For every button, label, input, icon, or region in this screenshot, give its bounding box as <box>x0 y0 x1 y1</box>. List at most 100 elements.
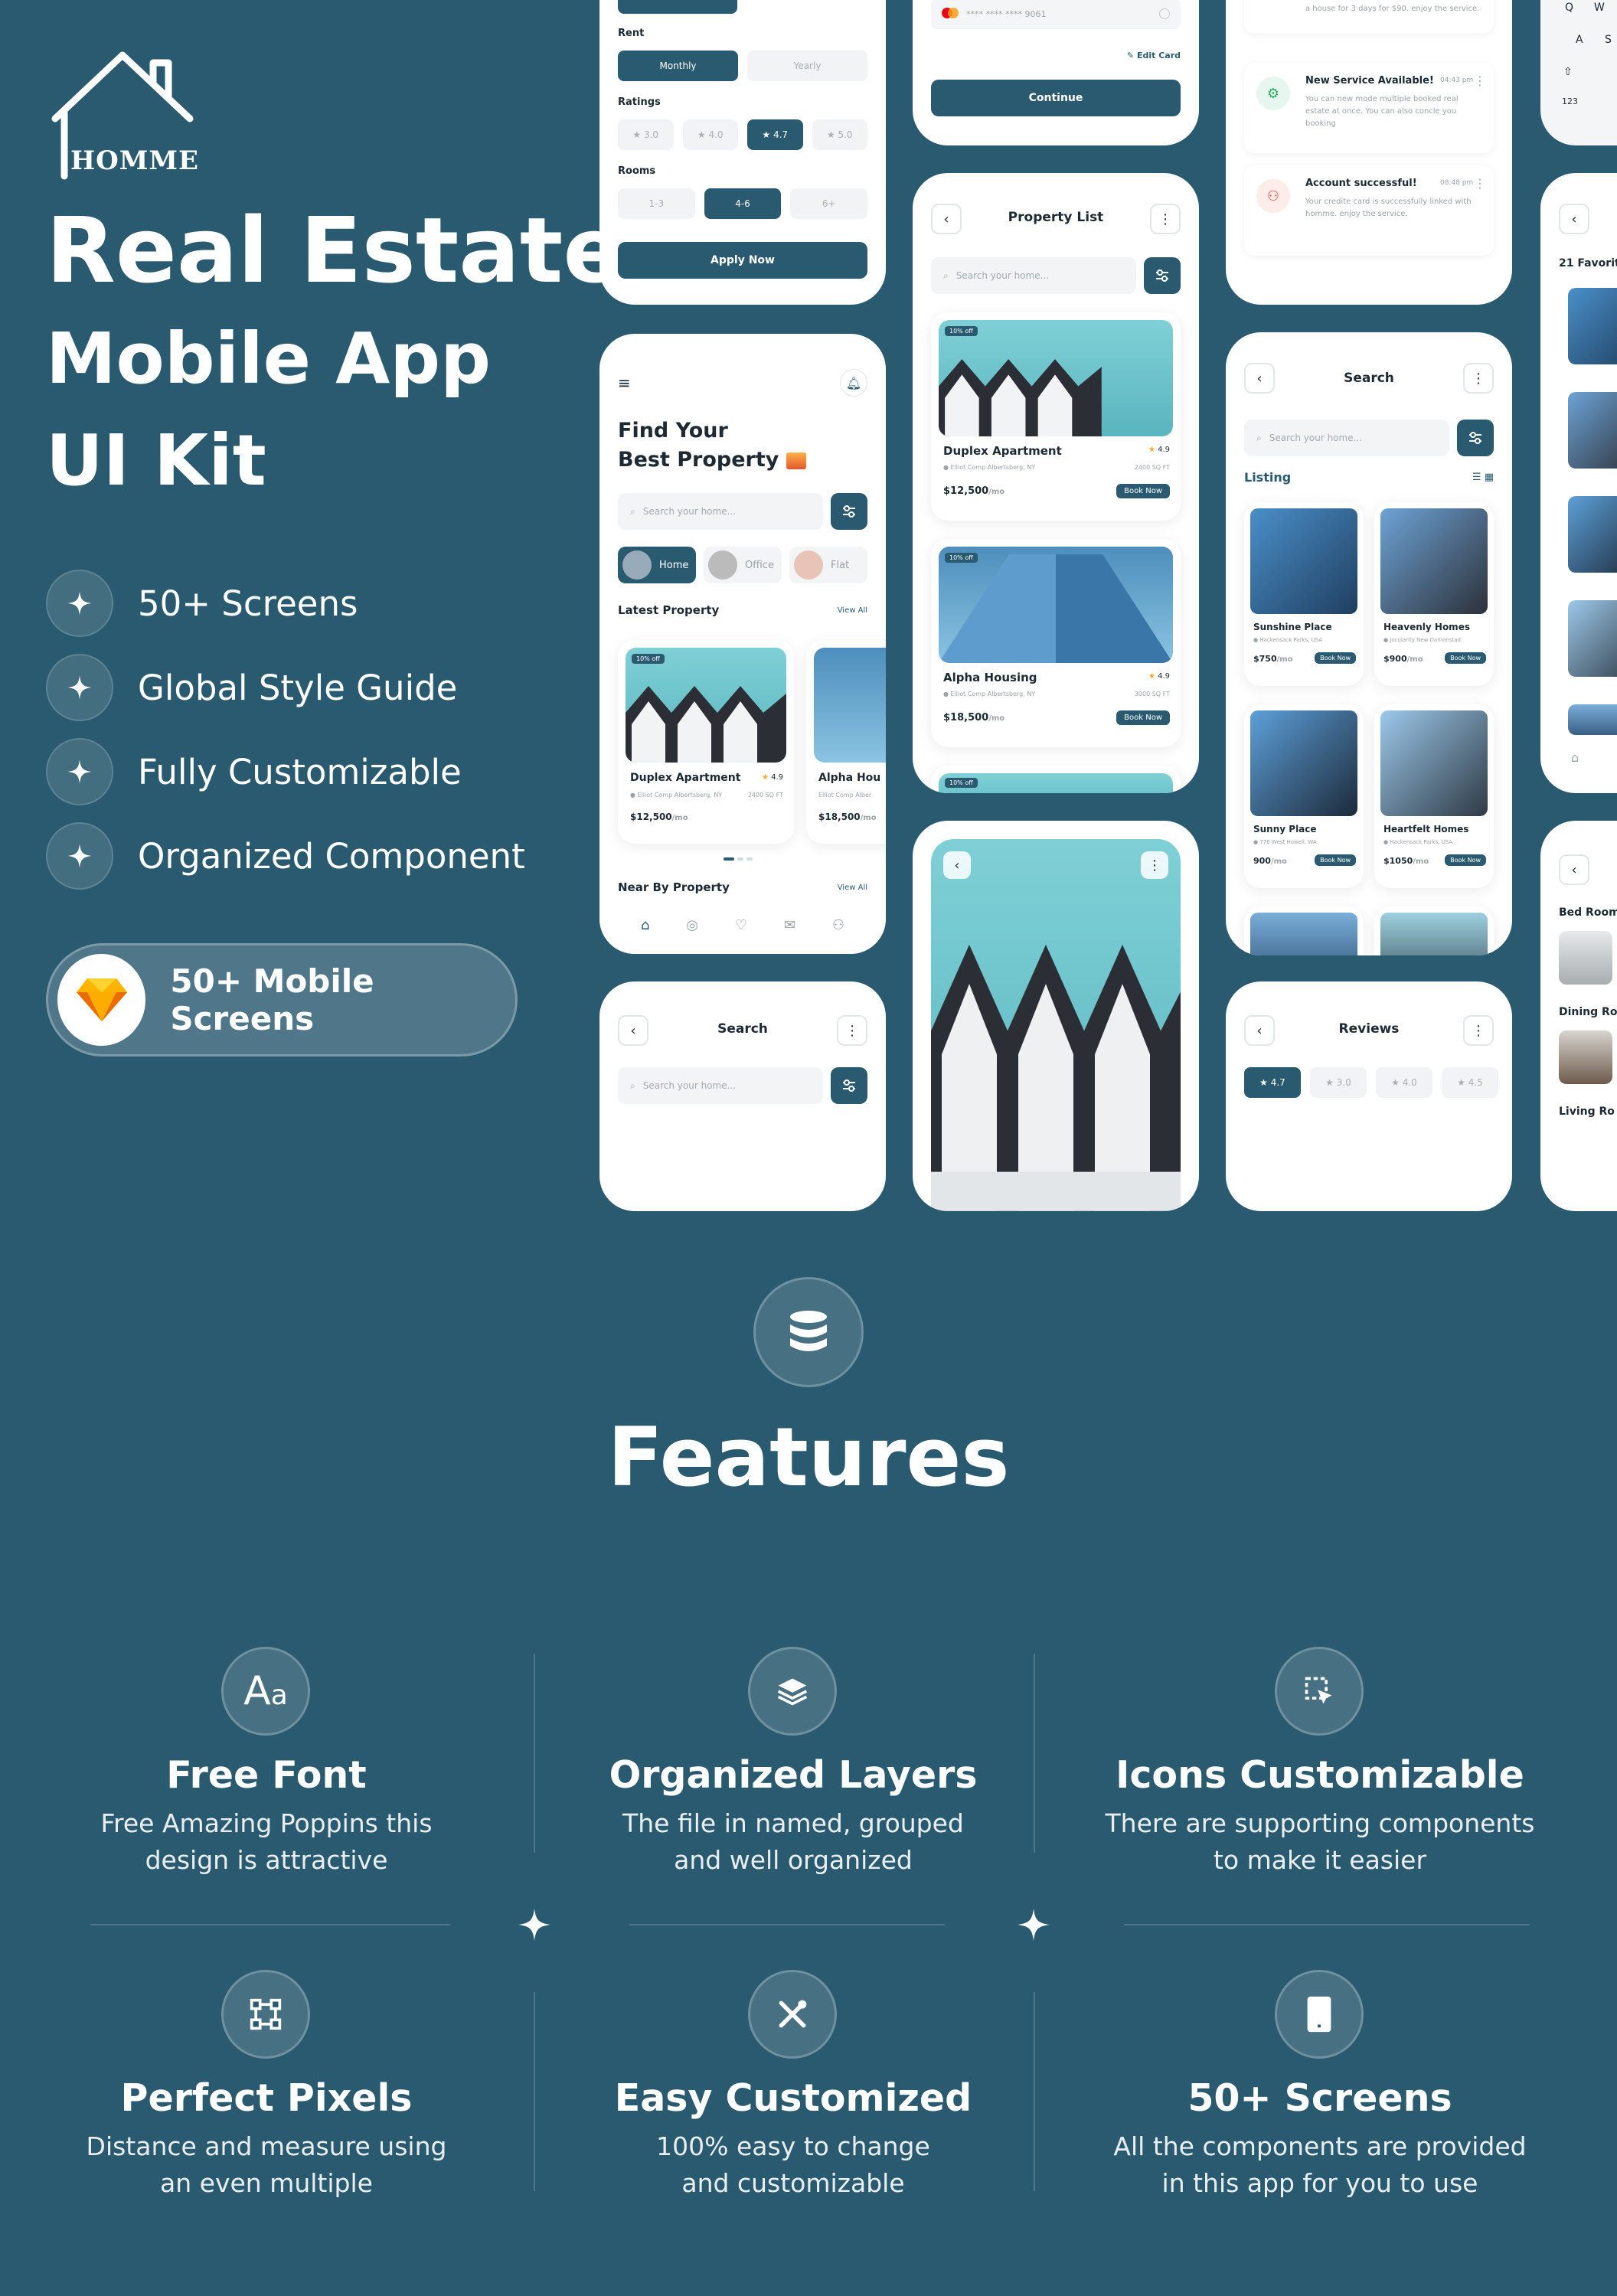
divider <box>90 1924 450 1925</box>
more-button[interactable]: ⋮ <box>1463 1015 1494 1046</box>
favorite-thumb[interactable] <box>1568 288 1617 364</box>
more-button[interactable]: ⋮ <box>1141 851 1168 879</box>
filter-button[interactable] <box>1457 420 1494 456</box>
listing-card[interactable]: Sunshine Place ● Hackensack Parks, USA $… <box>1244 502 1364 686</box>
back-button[interactable]: ‹ <box>1559 854 1589 885</box>
more-button[interactable]: ⋮ <box>1463 363 1494 394</box>
property-card[interactable]: 10% off Alpha Housing ★ 4.9 ● Elliot Com… <box>931 539 1181 747</box>
rent-yearly[interactable]: Yearly <box>747 51 867 81</box>
sparkle-icon <box>46 738 113 805</box>
more-button[interactable]: ⋮ <box>1150 204 1181 234</box>
filter-button[interactable] <box>1144 257 1181 294</box>
listing-card[interactable]: Heartfelt Homes ● Hackensack Parks, USA … <box>1374 704 1494 888</box>
notification-item[interactable]: ⚙ New Service Available! 04:43 pm ⋮ You … <box>1244 63 1494 153</box>
listing-card[interactable] <box>1244 906 1364 955</box>
radio-icon[interactable] <box>1159 8 1170 19</box>
back-button[interactable]: ‹ <box>943 851 971 879</box>
favorite-thumb[interactable] <box>1568 392 1617 469</box>
home-icon[interactable]: ⌂ <box>641 917 649 933</box>
menu-icon[interactable]: ≡ <box>618 374 631 392</box>
book-now-button[interactable]: Book Now <box>1445 854 1486 866</box>
search-input[interactable]: ⌕ Search your home... <box>1244 420 1449 456</box>
listing-card[interactable] <box>1374 906 1494 955</box>
rating-chip[interactable]: ★ 4.0 <box>682 119 738 150</box>
book-now-button[interactable]: Book Now <box>1315 854 1356 866</box>
search-input[interactable]: ⌕ Search your home... <box>618 493 823 530</box>
favorite-thumb[interactable] <box>1568 600 1617 677</box>
filter-button[interactable] <box>831 1067 867 1104</box>
category-home[interactable]: Home <box>618 547 696 583</box>
profile-icon[interactable]: ⚇ <box>832 917 844 933</box>
room-thumb[interactable] <box>1559 1030 1612 1084</box>
sort-chip[interactable] <box>618 0 737 14</box>
feature-title: 50+ Screens <box>1187 2076 1452 2120</box>
room-chip[interactable]: 1-3 <box>618 188 695 219</box>
key[interactable]: W <box>1594 2 1605 14</box>
view-toggle-icon[interactable]: ☰ ▦ <box>1472 472 1494 483</box>
continue-button[interactable]: Continue <box>931 80 1181 116</box>
rating-chip[interactable]: ★ 4.0 <box>1376 1067 1432 1098</box>
book-now-button[interactable]: Book Now <box>1116 484 1170 498</box>
key[interactable]: A <box>1576 34 1583 46</box>
property-card[interactable]: Alpha Hou Elliot Comp Alber $18,500/mo <box>806 640 886 844</box>
bell-icon[interactable]: 🔔︎ <box>840 369 867 397</box>
shift-key-icon[interactable]: ⇧ <box>1563 66 1573 78</box>
home-icon[interactable]: ⌂ <box>1571 750 1579 765</box>
key[interactable]: Q <box>1565 2 1573 14</box>
rating-chip[interactable]: ★ 3.0 <box>618 119 674 150</box>
card-field[interactable]: **** **** **** 9061 <box>931 0 1181 29</box>
listing-card[interactable]: Sunny Place ● 776 West Howell, WA 900/mo… <box>1244 704 1364 888</box>
notification-item[interactable]: Congratulation you have successfully boo… <box>1244 0 1494 34</box>
property-name: Sunny Place <box>1253 824 1317 834</box>
notification-item[interactable]: ⚇ Account successful! 08:48 pm ⋮ Your cr… <box>1244 165 1494 256</box>
back-button[interactable]: ‹ <box>1559 204 1589 234</box>
room-chip[interactable]: 6+ <box>790 188 868 219</box>
rating-chip[interactable]: ★ 5.0 <box>812 119 867 150</box>
favorite-thumb[interactable] <box>1568 704 1617 735</box>
category-flat[interactable]: Flat <box>789 547 867 583</box>
edit-card-link[interactable]: ✎ Edit Card <box>931 51 1181 60</box>
rating-chip[interactable]: ★ 4.7 <box>1244 1067 1301 1098</box>
filter-button[interactable] <box>831 493 867 530</box>
sparkle-icon <box>518 1908 551 1942</box>
feature-desc: Distance and measure using an even multip… <box>86 2131 447 2198</box>
property-address: ● Hackensack Parks, USA <box>1253 637 1323 643</box>
mobile-screens-pill: 50+ Mobile Screens <box>46 943 518 1057</box>
heart-icon[interactable]: ♡ <box>735 917 747 933</box>
divider <box>534 1992 535 2191</box>
rating-chip[interactable]: ★ 3.0 <box>1310 1067 1367 1098</box>
chat-icon[interactable]: ✉ <box>784 917 795 933</box>
home-heading: Find Your Best Property <box>618 416 867 475</box>
book-now-button[interactable]: Book Now <box>1315 652 1356 664</box>
property-card[interactable]: 10% off Duplex Apartment ★ 4.9 ● Elliot … <box>618 640 794 844</box>
search-input[interactable]: ⌕ Search your home... <box>618 1067 823 1104</box>
property-card[interactable]: 10% off <box>931 766 1181 793</box>
compass-icon[interactable]: ◎ <box>686 917 698 933</box>
key[interactable]: S <box>1605 34 1612 46</box>
apply-button[interactable]: Apply Now <box>618 242 867 279</box>
category-office[interactable]: Office <box>704 547 782 583</box>
property-card[interactable]: 10% off Duplex Apartment ★ 4.9 ● Elliot … <box>931 312 1181 521</box>
pill-label: 50+ Mobile Screens <box>170 962 374 1037</box>
property-detail-screen: ‹ ⋮ <box>913 821 1199 1211</box>
search-input[interactable]: ⌕ Search your home... <box>931 257 1136 294</box>
more-icon[interactable]: ⋮ <box>1474 73 1486 88</box>
view-all-link[interactable]: View All <box>838 606 867 615</box>
more-icon[interactable]: ⋮ <box>1474 176 1486 191</box>
room-thumb[interactable] <box>1559 931 1612 985</box>
sliders-icon <box>1156 269 1168 282</box>
sliders-icon <box>1469 432 1481 444</box>
more-button[interactable]: ⋮ <box>837 1015 867 1046</box>
rent-monthly[interactable]: Monthly <box>618 51 738 81</box>
room-label: Living Ro <box>1559 1106 1615 1118</box>
view-all-link[interactable]: View All <box>838 883 867 892</box>
book-now-button[interactable]: Book Now <box>1445 652 1486 664</box>
rating-chip[interactable]: ★ 4.5 <box>1442 1067 1498 1098</box>
listing-card[interactable]: Heavenly Homes ● Jocularity New Damonsta… <box>1374 502 1494 686</box>
key[interactable]: 123 <box>1562 96 1578 106</box>
book-now-button[interactable]: Book Now <box>1116 710 1170 725</box>
rating-chip[interactable]: ★ 4.7 <box>747 119 803 150</box>
room-chip[interactable]: 4-6 <box>704 188 782 219</box>
favorite-thumb[interactable] <box>1568 496 1617 573</box>
carousel-dots <box>724 857 753 861</box>
